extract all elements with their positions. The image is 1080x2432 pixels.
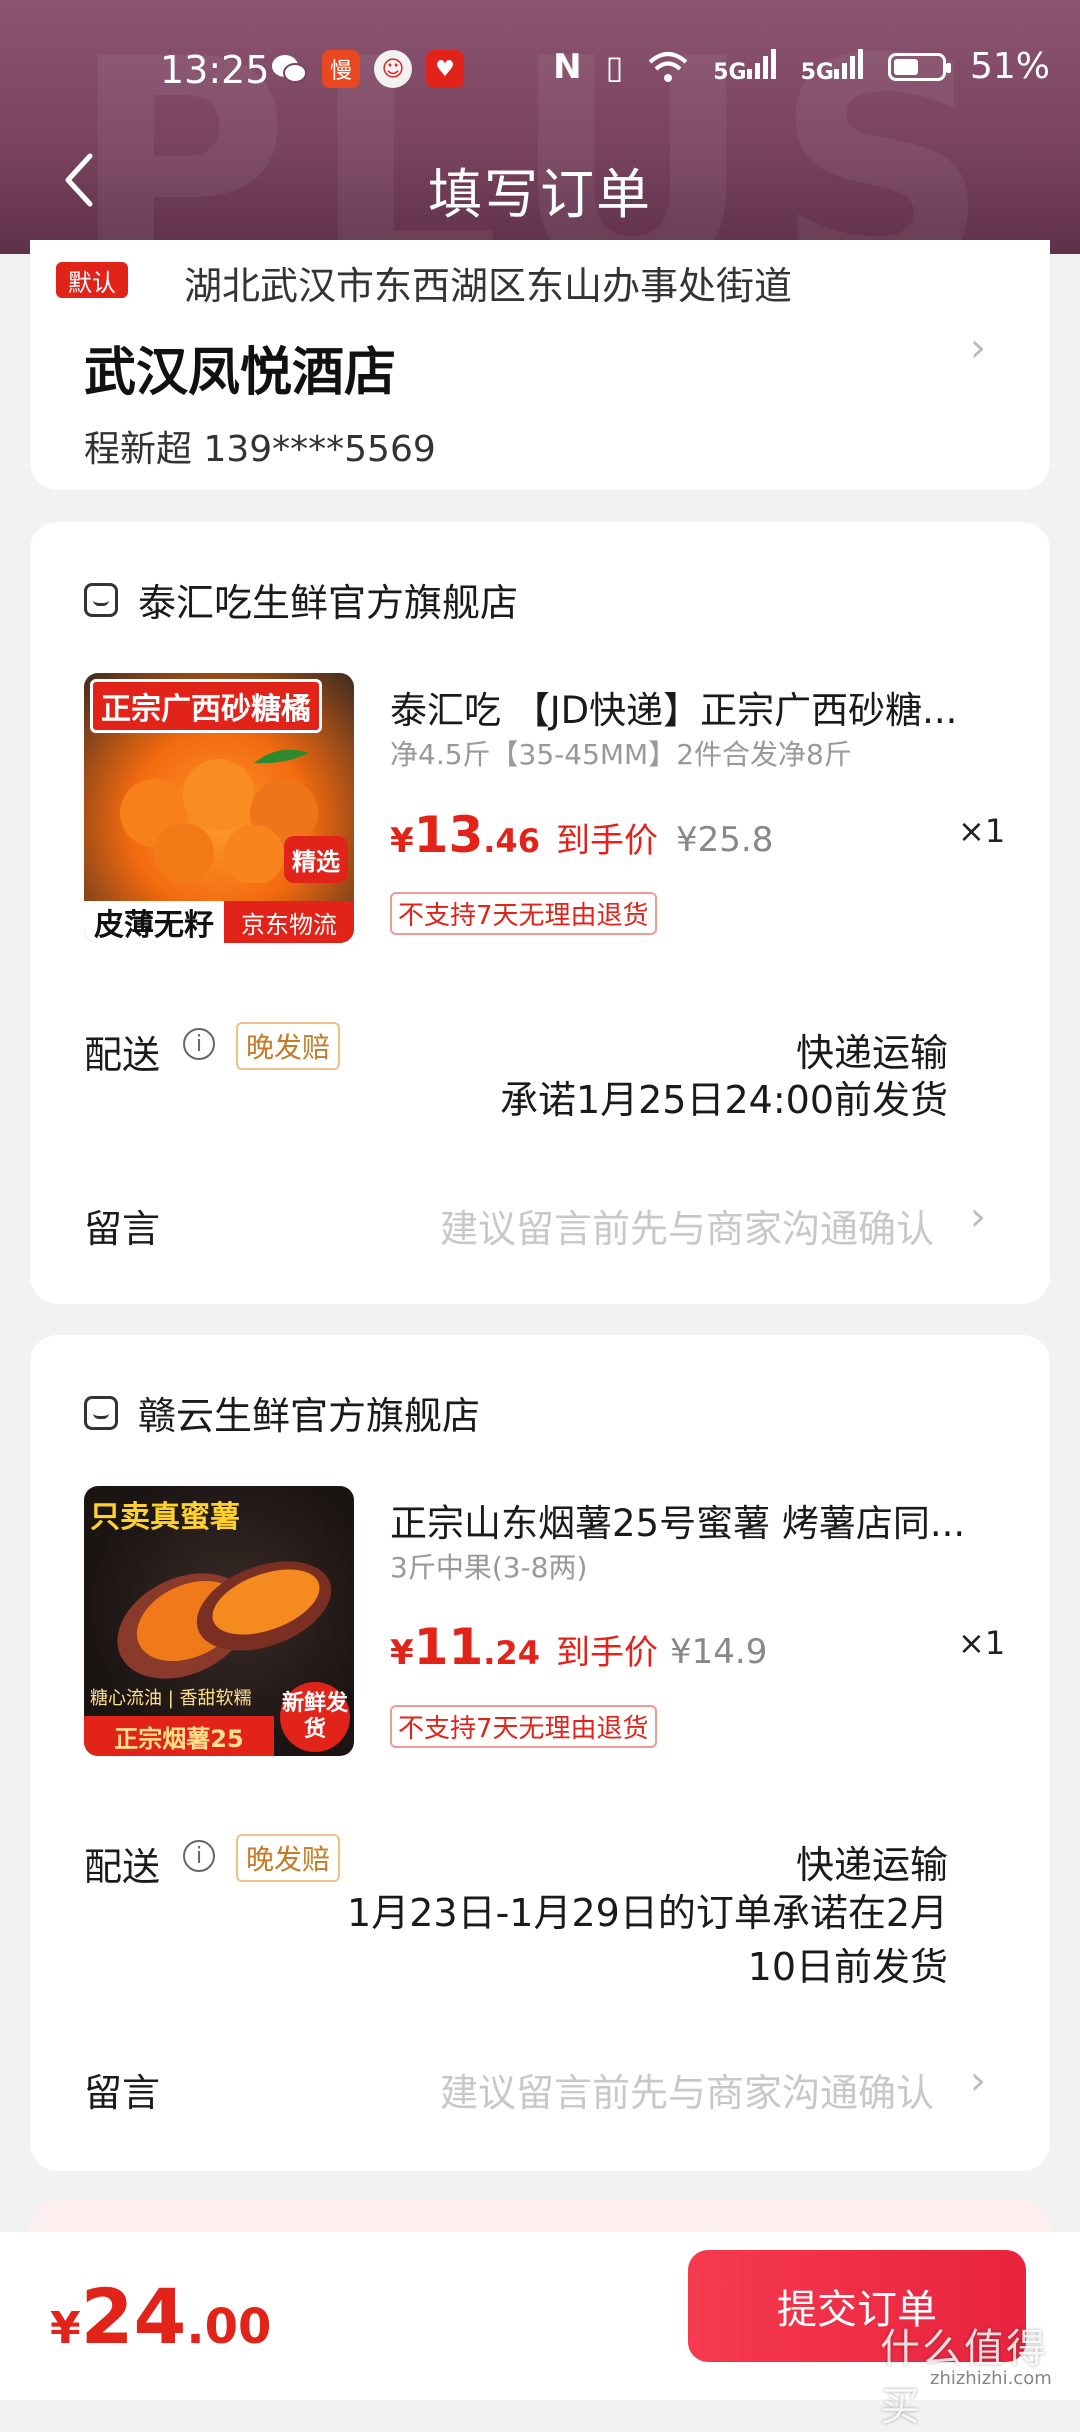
page-title: 填写订单 xyxy=(428,163,652,226)
quantity-1: ×1 xyxy=(958,812,1006,850)
thumb-bottom-right: 京东物流 xyxy=(224,901,354,943)
nfc-icon: N xyxy=(553,46,582,87)
message-chevron-right-icon[interactable]: › xyxy=(970,1194,986,1240)
wifi-icon xyxy=(648,51,688,82)
site-watermark-url: zhizhizhi.com xyxy=(930,2368,1052,2389)
sweet-potato-illustration xyxy=(117,1561,332,1679)
thumb-bottom-right: 新鲜发货 xyxy=(280,1682,350,1752)
recipient-name: 武汉凤悦酒店 xyxy=(84,343,397,403)
thumb-banner: 正宗广西砂糖橘 xyxy=(90,679,322,733)
price-original-1: ¥25.8 xyxy=(676,820,774,860)
signal-5g-icon-1: 5G xyxy=(713,48,776,85)
quantity-2: ×1 xyxy=(958,1624,1006,1662)
shipping-method-1: 快递运输 xyxy=(795,1031,948,1075)
notification-icons: 慢 ☺ ♥ xyxy=(270,50,464,88)
message-label-2: 留言 xyxy=(84,2071,161,2115)
app-red-heart-icon: ♥ xyxy=(426,50,464,88)
thumb-bottom-left: 正宗烟薯25 xyxy=(84,1716,274,1756)
late-compensation-badge-2: 晚发赔 xyxy=(236,1834,341,1882)
battery-percent: 51% xyxy=(969,46,1050,87)
product-spec-2[interactable]: 3斤中果(3-8两) xyxy=(390,1546,587,1586)
price-final-1: ¥13.46 到手价 xyxy=(390,806,658,864)
shipping-promise-2: 1月23日-1月29日的订单承诺在2月 10日前发货 xyxy=(347,1886,948,1994)
no-return-badge-1: 不支持7天无理由退货 xyxy=(390,892,657,935)
recipient-contact: 程新超 139****5569 xyxy=(84,429,436,470)
no-return-badge-2: 不支持7天无理由退货 xyxy=(390,1705,657,1748)
app-red-icon: 慢 xyxy=(322,50,360,88)
price-original-2: ¥14.9 xyxy=(670,1632,768,1672)
shipping-method-2: 快递运输 xyxy=(795,1843,948,1887)
default-address-tag: 默认 xyxy=(56,262,128,298)
product-title-1[interactable]: 泰汇吃 【JD快递】正宗广西砂糖... xyxy=(390,680,957,734)
message-label-1: 留言 xyxy=(84,1207,161,1251)
shop-name-text: 赣云生鲜官方旗舰店 xyxy=(138,1394,481,1438)
status-time: 13:25 xyxy=(160,48,270,92)
shipping-promise-1: 承诺1月25日24:00前发货 xyxy=(499,1078,948,1122)
shipping-promise-line-1: 1月23日-1月29日的订单承诺在2月 xyxy=(347,1891,948,1935)
message-chevron-right-icon[interactable]: › xyxy=(970,2058,986,2104)
shop-name-1[interactable]: 泰汇吃生鲜官方旗舰店 xyxy=(84,572,518,627)
product-thumbnail-2[interactable]: 只卖真蜜薯 糖心流油 | 香甜软糯 正宗烟薯25 新鲜发货 xyxy=(84,1486,354,1756)
price-final-2: ¥11.24 到手价 xyxy=(390,1618,658,1676)
shipping-promise-line-2: 10日前发货 xyxy=(747,1945,948,1989)
store-icon xyxy=(84,1395,118,1430)
status-right: N ▯ 5G 5G 51% xyxy=(553,46,1050,87)
address-chevron-right-icon[interactable]: › xyxy=(970,325,986,371)
order-total: ¥24.00 xyxy=(50,2272,272,2361)
status-bar: 13:25 慢 ☺ ♥ N ▯ 5G 5G 51% xyxy=(0,0,1080,130)
thumb-badge: 精选 xyxy=(284,836,348,883)
wechat-icon xyxy=(270,50,308,88)
app-mascot-icon: ☺ xyxy=(374,50,412,88)
store-icon xyxy=(84,582,118,617)
message-input-2[interactable]: 建议留言前先与商家沟通确认 xyxy=(440,2062,934,2117)
product-title-2[interactable]: 正宗山东烟薯25号蜜薯 烤薯店同... xyxy=(390,1493,965,1547)
shop-name-text: 泰汇吃生鲜官方旗舰店 xyxy=(138,581,519,625)
product-thumbnail-1[interactable]: 正宗广西砂糖橘 精选 皮薄无籽 京东物流 xyxy=(84,673,354,943)
info-icon[interactable]: i xyxy=(183,1840,215,1872)
delivery-label-2: 配送 xyxy=(84,1845,161,1889)
vibrate-icon: ▯ xyxy=(605,47,624,86)
thumb-bottom-left: 皮薄无籽 xyxy=(84,901,224,943)
product-spec-1[interactable]: 净4.5斤【35-45MM】2件合发净8斤 xyxy=(390,733,852,773)
signal-5g-icon-2: 5G xyxy=(801,48,864,85)
shop-name-2[interactable]: 赣云生鲜官方旗舰店 xyxy=(84,1385,480,1440)
battery-icon xyxy=(887,52,951,81)
header: PLUS 13:25 慢 ☺ ♥ N ▯ 5G 5G 51% 填写订单 xyxy=(0,0,1080,254)
message-input-1[interactable]: 建议留言前先与商家沟通确认 xyxy=(440,1198,934,1253)
info-icon[interactable]: i xyxy=(183,1028,215,1060)
address-line: 湖北武汉市东西湖区东山办事处街道 xyxy=(184,264,793,308)
late-compensation-badge-1: 晚发赔 xyxy=(236,1022,341,1070)
delivery-label-1: 配送 xyxy=(84,1033,161,1077)
thumb-sub: 糖心流油 | 香甜软糯 xyxy=(90,1688,252,1709)
